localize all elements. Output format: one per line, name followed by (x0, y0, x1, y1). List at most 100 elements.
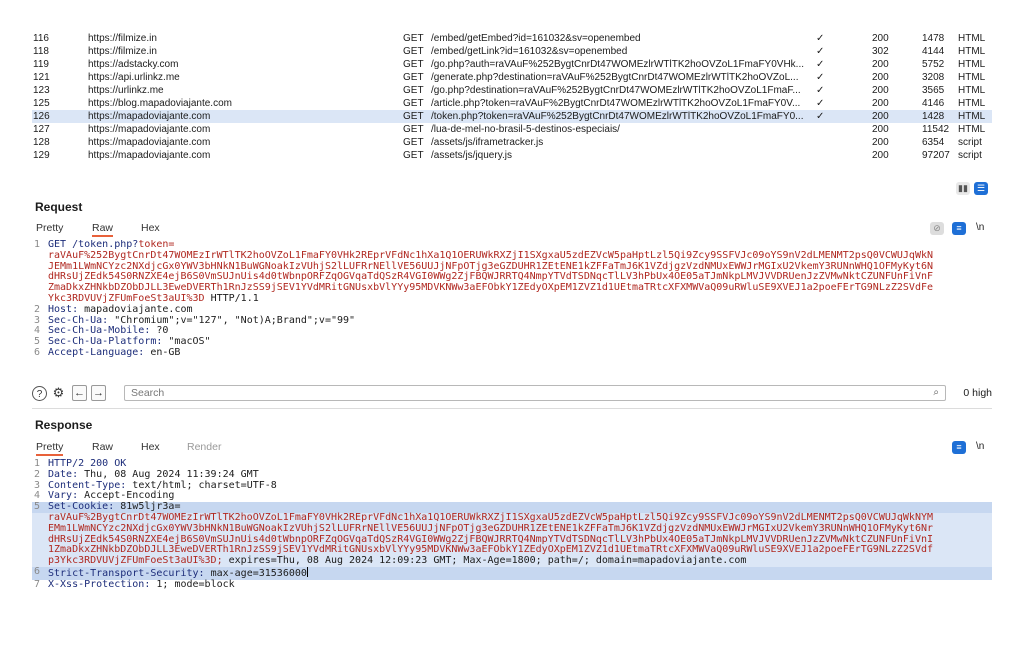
row-status: 200 (872, 72, 889, 83)
response-title: Response (35, 418, 93, 432)
request-tab-hex[interactable]: Hex (141, 222, 160, 234)
row-method: GET (403, 85, 424, 96)
encoded-value: dHRsUjZEdk54S0RNZXE4ejB6S0VmSUJnUis4d0tW… (48, 271, 934, 283)
header-value: max-age=31536000 (204, 567, 307, 579)
request-search-bar: ? ⚙ ← → Search ⌕ 0 high (32, 385, 992, 403)
header-value: Thu, 08 Aug 2024 11:39:24 GMT (78, 468, 259, 480)
request-title: Request (35, 200, 83, 214)
row-host: https://blog.mapadoviajante.com (88, 98, 232, 109)
request-tabs: Pretty Raw Hex ⊘ ≡ \n (32, 222, 992, 238)
response-tab-raw[interactable]: Raw (92, 441, 113, 453)
row-host: https://mapadoviajante.com (88, 137, 211, 148)
line-number: 2 (34, 468, 41, 480)
encoded-value: 1ZmaDkxZHNkbDZObDJLL3EweDVERTh1RnJzSS9jS… (48, 544, 934, 556)
row-url: /go.php?auth=raVAuF%252BygtCnrDt47WOMEzl… (431, 59, 805, 70)
row-status: 200 (872, 150, 889, 161)
request-editor[interactable]: 1 GET /token.php?token= raVAuF%252BygtCnrD… (32, 240, 992, 376)
row-host: https://mapadoviajante.com (88, 111, 211, 122)
row-mime-type: script (958, 137, 982, 148)
help-icon[interactable]: ? (32, 386, 47, 401)
history-row[interactable]: 125 https://blog.mapadoviajante.com GET/ar… (32, 97, 992, 110)
layout-stack-icon[interactable]: ☰ (974, 182, 988, 195)
row-mime-type: HTML (958, 46, 986, 57)
header-value: Accept-Encoding (78, 490, 175, 502)
request-tab-pretty[interactable]: Pretty (36, 222, 63, 234)
response-tab-pretty[interactable]: Pretty (36, 441, 64, 456)
history-row[interactable]: 126 https://mapadoviajante.com GET/token.p… (32, 110, 992, 123)
row-params-check: ✓ (816, 111, 825, 122)
response-tab-render[interactable]: Render (187, 441, 221, 453)
code-line: p3Ykc3RDVUVjZFUmFoeSt3aUI%3D; expires=Th… (32, 555, 992, 567)
history-row[interactable]: 116 https://filmize.in GET/embed/getEmbed?… (32, 32, 992, 45)
row-url: /embed/getLink?id=161032&sv=openembed (431, 46, 628, 57)
newline-icon[interactable]: \n (976, 222, 984, 233)
row-host: https://adstacky.com (88, 59, 179, 70)
row-mime-type: HTML (958, 111, 986, 122)
response-tab-hex[interactable]: Hex (141, 441, 160, 453)
row-length: 11542 (922, 124, 950, 135)
row-url: /lua-de-mel-no-brasil-5-destinos-especia… (431, 124, 620, 135)
row-url: /embed/getEmbed?id=161032&sv=openembed (431, 33, 641, 44)
row-length: 3565 (922, 85, 945, 96)
row-params-check: ✓ (816, 33, 825, 44)
header-name: X-Xss-Protection: (48, 578, 151, 590)
row-length: 1478 (922, 33, 945, 44)
search-icon: ⌕ (933, 387, 939, 398)
hide-icon[interactable]: ⊘ (930, 222, 944, 235)
history-row[interactable]: 127 https://mapadoviajante.com GET/lua-de-… (32, 123, 992, 136)
line-number: 6 (34, 565, 41, 577)
row-status: 200 (872, 59, 889, 70)
header-name: Accept-Language: (48, 346, 145, 358)
header-value: mapadoviajante.com (78, 303, 193, 315)
row-url: /article.php?token=raVAuF%2BygtCnrDt47WO… (431, 98, 801, 109)
history-row[interactable]: 121 https://api.urlinkz.me GET/generate.ph… (32, 71, 992, 84)
http-history-table: 116 https://filmize.in GET/embed/getEmbed?… (32, 32, 992, 162)
request-tab-raw[interactable]: Raw (92, 222, 114, 237)
settings-icon[interactable]: ⚙ (51, 386, 66, 401)
line-number: 7 (34, 578, 41, 590)
response-editor[interactable]: 1 HTTP/2 200 OK 2 Date: Thu, 08 Aug 2024 11… (32, 459, 992, 619)
encoded-value: Ykc3RDVUVjZFUmFoeSt3aUI%3D (48, 292, 205, 304)
code-line: 6 Accept-Language: en-GB (32, 346, 992, 359)
row-params-check: ✓ (816, 59, 825, 70)
row-length: 4144 (922, 46, 945, 57)
encoded-value: ZmaDkxZHNkbDZObDJLL3EweDVERTh1RnJzSS9jSE… (48, 282, 934, 294)
row-mime-type: HTML (958, 59, 986, 70)
history-row[interactable]: 129 https://mapadoviajante.com GET/assets/… (32, 149, 992, 162)
header-name: Sec-Ch-Ua: (48, 314, 109, 326)
proxy-window: 116 https://filmize.in GET/embed/getEmbed?… (32, 28, 992, 619)
history-row[interactable]: 119 https://adstacky.com GET/go.php?auth=r… (32, 58, 992, 71)
header-name: Sec-Ch-Ua-Mobile: (48, 325, 151, 337)
layout-split-icon[interactable]: ▮▮ (956, 182, 970, 195)
row-length: 1428 (922, 111, 945, 122)
history-row[interactable]: 128 https://mapadoviajante.com GET/assets/… (32, 136, 992, 149)
row-method: GET (403, 33, 424, 44)
wrap-icon[interactable]: ≡ (952, 222, 966, 235)
row-number: 127 (33, 124, 50, 135)
row-url: /assets/js/iframetracker.js (431, 137, 544, 148)
history-row[interactable]: 118 https://filmize.in GET/embed/getLink?i… (32, 45, 992, 58)
row-number: 121 (33, 72, 50, 83)
row-status: 200 (872, 33, 889, 44)
row-length: 97207 (922, 150, 950, 161)
text-cursor (306, 566, 308, 577)
encoded-value: dHRsUjZEdk54S0RNZXE4ejB6S0VmSUJnUis4d0tW… (48, 533, 934, 545)
header-value: expires=Thu, 08 Aug 2024 12:09:23 GMT; M… (222, 555, 747, 567)
forward-arrow-icon[interactable]: → (91, 385, 106, 401)
header-value: ?0 (150, 325, 169, 337)
row-method: GET (403, 72, 424, 83)
row-host: https://urlinkz.me (88, 85, 164, 96)
row-host: https://filmize.in (88, 33, 157, 44)
row-url: /assets/js/jquery.js (431, 150, 512, 161)
row-number: 125 (33, 98, 50, 109)
back-arrow-icon[interactable]: ← (72, 385, 87, 401)
row-url: /token.php?token=raVAuF%252BygtCnrDt47WO… (431, 111, 804, 122)
history-row[interactable]: 123 https://urlinkz.me GET/go.php?destinat… (32, 84, 992, 97)
encoded-value: raVAuF%2BygtCnrDt47WOMEzIrWTlTK2hoOVZoL1… (48, 511, 934, 523)
search-input[interactable]: Search ⌕ (124, 385, 946, 401)
response-wrap-icon[interactable]: ≡ (952, 441, 966, 454)
header-value: 1; mode=block (150, 578, 235, 590)
row-status: 200 (872, 85, 889, 96)
response-newline-icon[interactable]: \n (976, 441, 984, 452)
row-number: 116 (33, 33, 49, 44)
